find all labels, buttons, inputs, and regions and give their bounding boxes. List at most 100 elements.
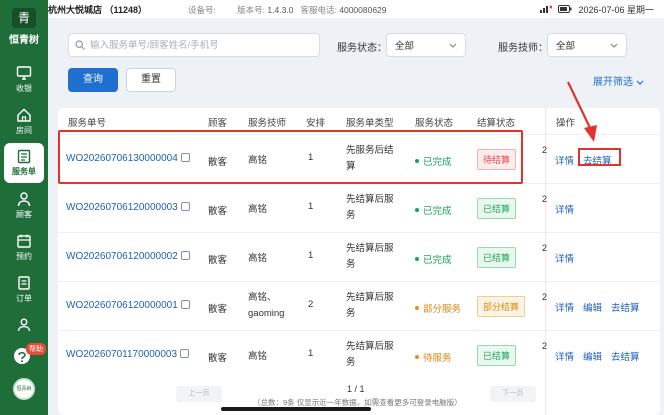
type-cell: 先结算后服务	[346, 292, 394, 319]
pay-cell: 已结算	[477, 247, 517, 268]
tech-cell: 高铭	[248, 204, 268, 215]
chevron-down-icon	[636, 80, 644, 85]
staff-icon	[17, 318, 31, 332]
col-customer: 顾客	[208, 118, 228, 129]
pay-cell: 已结算	[477, 198, 517, 219]
status-badge: 部分结算	[477, 296, 526, 317]
home-icon	[17, 108, 31, 122]
settle-link[interactable]: 去结算	[611, 349, 640, 363]
pay-cell: 已结算	[477, 345, 517, 366]
chevron-down-icon	[610, 43, 618, 48]
status-cell: 待服务	[415, 350, 452, 364]
settle-link[interactable]: 去结算	[611, 300, 640, 314]
count-cell: 1	[308, 201, 314, 212]
table-row: WO20260706120000002 散客 高铭 1 先结算后服务 已完成 已…	[58, 232, 660, 280]
device-info: 设备号: 版本号: 1.4.3.0 客服电话: 4000080629	[188, 5, 387, 15]
person-icon	[17, 192, 31, 207]
nav-item-cashier[interactable]: 收银	[4, 60, 44, 100]
calendar-icon	[17, 234, 31, 248]
count-cell: 2	[308, 299, 314, 310]
customer-cell: 散客	[208, 206, 228, 217]
status-filter-label: 服务状态：	[337, 43, 387, 54]
table-row: WO20260706120000003 散客 高铭 1 先结算后服务 已完成 已…	[58, 183, 660, 231]
detail-link[interactable]: 详情	[555, 251, 574, 265]
search-input[interactable]	[90, 39, 310, 51]
nav-item-room[interactable]: 房间	[4, 102, 44, 142]
customer-cell: 散客	[208, 353, 228, 364]
search-box[interactable]	[68, 33, 320, 57]
brand-name: 恒青树	[9, 35, 39, 46]
signal-icon	[540, 5, 553, 15]
edit-link[interactable]: 编辑	[583, 349, 602, 363]
count-cell: 1	[308, 348, 314, 359]
status-badge: 已结算	[477, 247, 517, 268]
detail-link[interactable]: 详情	[555, 300, 574, 314]
status-badge: 已结算	[477, 198, 517, 219]
battery-icon	[558, 4, 572, 15]
col-type: 服务单类型	[346, 118, 394, 129]
type-cell: 先结算后服务	[346, 341, 394, 368]
edit-link[interactable]: 编辑	[583, 300, 602, 314]
nav-item-order[interactable]: 订单	[4, 270, 44, 310]
store-name: 杭州大悦城店 （11248）	[48, 5, 148, 15]
col-order-no: 服务单号	[68, 118, 107, 129]
tech-filter-label: 服务技师：	[498, 43, 548, 54]
type-cell: 先结算后服务	[346, 194, 394, 221]
help-badge[interactable]: 帮助	[26, 343, 46, 355]
status-dot	[415, 208, 419, 212]
order-no-link[interactable]: WO20260706120000002	[66, 251, 190, 262]
tech-cell: 高铭、 gaoming	[248, 292, 285, 319]
arrow-annotation-icon	[567, 81, 597, 142]
chevron-down-icon	[449, 43, 457, 48]
detail-link[interactable]: 详情	[555, 349, 574, 363]
highlight-box-row	[58, 130, 523, 184]
order-no-link[interactable]: WO20260701170000003	[66, 349, 190, 360]
query-button[interactable]: 查询	[68, 68, 118, 92]
clock: 2026-07-06 星期一	[578, 5, 654, 15]
status-right: 2026-07-06 星期一	[540, 3, 654, 16]
status-cell: 已完成	[415, 252, 452, 266]
home-indicator	[221, 407, 371, 411]
status-bar: 杭州大悦城店 （11248） 设备号: 版本号: 1.4.3.0 客服电话: 4…	[0, 0, 664, 18]
brand-logo: 青 恒青树	[0, 8, 48, 46]
nav-item-booking[interactable]: 预约	[4, 228, 44, 268]
clipboard-icon	[17, 149, 31, 164]
reset-button[interactable]: 重置	[126, 68, 176, 92]
status-badge: 已结算	[477, 345, 517, 366]
pay-cell: 部分结算	[477, 296, 526, 317]
next-page-button[interactable]: 下一页	[490, 386, 536, 402]
prev-page-button[interactable]: 上一页	[176, 386, 222, 402]
table-row: WO20260706120000001 散客 高铭、 gaoming 2 先结算后…	[58, 281, 660, 329]
customer-cell: 散客	[208, 304, 228, 315]
status-dot	[415, 257, 419, 261]
status-dot	[415, 306, 419, 310]
avatar[interactable]: 恒青树	[13, 378, 35, 400]
col-pay: 结算状态	[477, 118, 516, 129]
type-cell: 先结算后服务	[346, 243, 394, 270]
status-cell: 已完成	[415, 203, 452, 217]
tech-cell: 高铭	[248, 351, 268, 362]
status-cell: 部分服务	[415, 301, 461, 315]
tech-select[interactable]: 全部	[547, 33, 627, 57]
status-dot	[415, 355, 419, 359]
copy-icon[interactable]	[180, 349, 190, 358]
sidebar: 青 恒青树 收银 房间 服务单 顾客 预约 订单 员工 帮助 恒青树	[0, 0, 48, 415]
detail-link[interactable]: 详情	[555, 202, 574, 216]
page-indicator: 1 / 1	[347, 384, 365, 394]
col-status: 服务状态	[415, 118, 454, 129]
detail-link[interactable]: 详情	[555, 153, 574, 167]
order-no-link[interactable]: WO20260706120000001	[66, 300, 190, 311]
status-select[interactable]: 全部	[386, 33, 466, 57]
copy-icon[interactable]	[180, 202, 190, 211]
fixed-column-shadow	[545, 108, 547, 415]
col-tech: 服务技师	[248, 118, 287, 129]
search-icon	[75, 40, 85, 50]
brand-mark: 青	[12, 8, 36, 28]
nav-item-service-order[interactable]: 服务单	[4, 143, 44, 183]
count-cell: 1	[308, 250, 314, 261]
copy-icon[interactable]	[180, 251, 190, 260]
copy-icon[interactable]	[180, 300, 190, 309]
customer-cell: 散客	[208, 255, 228, 266]
nav-item-customer[interactable]: 顾客	[4, 186, 44, 226]
order-no-link[interactable]: WO20260706120000003	[66, 202, 190, 213]
